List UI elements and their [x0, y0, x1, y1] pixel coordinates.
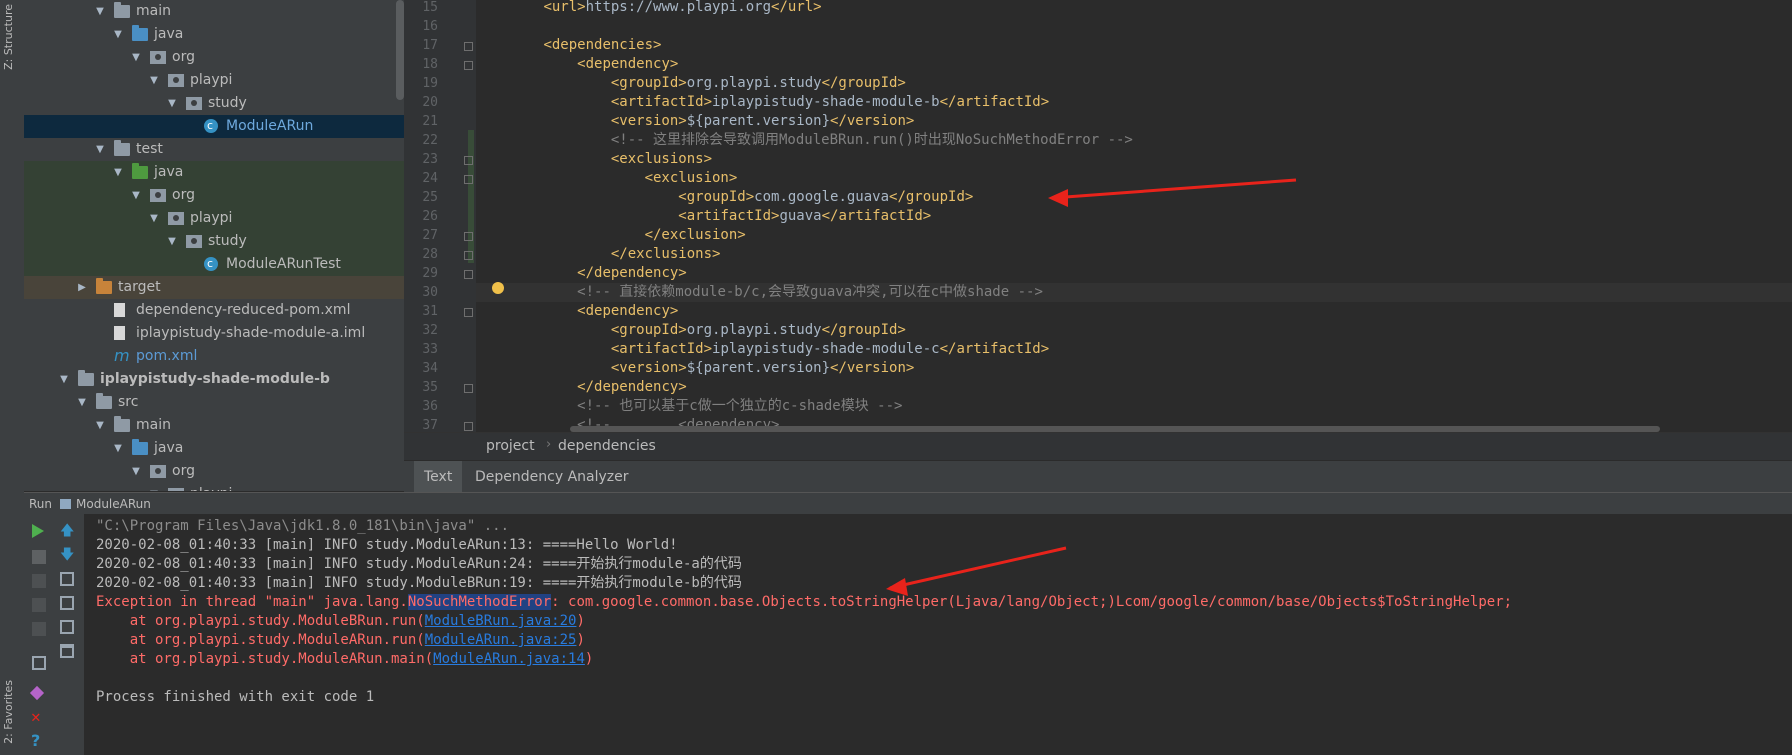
annotation-arrow-top: [1051, 178, 1297, 200]
annotation-arrowhead-bottom: [886, 578, 908, 596]
annotation-overlay: [886, 178, 1297, 596]
annotation-arrowhead-top: [1048, 189, 1068, 207]
annotation-arrow-bottom: [889, 546, 1067, 590]
